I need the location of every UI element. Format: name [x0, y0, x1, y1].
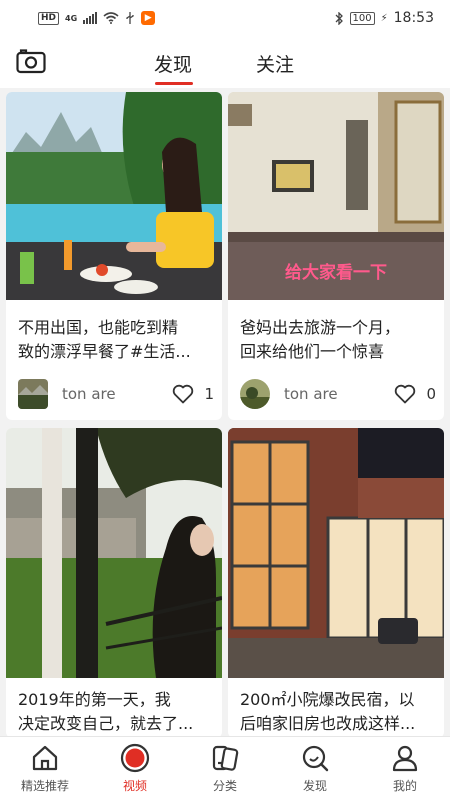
- top-header: 发现 关注: [0, 36, 450, 88]
- network-type: 4G: [65, 13, 78, 23]
- brick-house-night-photo: [228, 428, 444, 678]
- camera-icon[interactable]: [16, 48, 46, 74]
- nav-label: 分类: [212, 779, 237, 793]
- old-room-renovation-photo: 给大家看一下: [228, 92, 444, 300]
- notification-app-icon: ▶: [141, 11, 156, 25]
- heart-icon: [395, 384, 416, 404]
- feed-card[interactable]: 给大家看一下 爸妈出去旅游一个月， 回来给他们一个惊喜 ton are 0: [228, 92, 444, 420]
- card-title-line: 2019年的第一天，我: [18, 690, 171, 709]
- app-root: HD 4G ▶ 100 ⚡ 18:53 发现 关注 不用出国，也能吃到精 致的漂…: [0, 0, 450, 800]
- infinity-pool-breakfast-photo: [6, 92, 222, 300]
- nav-item-profile[interactable]: 我的: [360, 737, 450, 800]
- charging-icon: ⚡: [380, 12, 388, 24]
- feed-card[interactable]: 200㎡小院爆改民宿，以 后咱家旧房也改成这样...: [228, 428, 444, 736]
- nav-label: 视频: [122, 779, 147, 793]
- card-footer: ton are 1: [18, 378, 214, 410]
- status-right: 100 ⚡ 18:53: [334, 10, 434, 26]
- feed-grid: 不用出国，也能吃到精 致的漂浮早餐了#生活... ton are 1 给大家看一…: [0, 88, 450, 736]
- battery-level: 100: [349, 11, 375, 25]
- like-count: 0: [426, 385, 436, 403]
- card-title: 200㎡小院爆改民宿，以 后咱家旧房也改成这样...: [240, 688, 434, 736]
- feed-card[interactable]: 不用出国，也能吃到精 致的漂浮早餐了#生活... ton are 1: [6, 92, 222, 420]
- woman-on-balcony-photo: [6, 428, 222, 678]
- nav-item-category[interactable]: 分类: [180, 737, 270, 800]
- discover-icon: [302, 745, 329, 772]
- bottom-navigation: 精选推荐 视频 分类 发现 我的: [0, 736, 450, 800]
- card-title-line: 200㎡小院爆改民宿，以: [240, 690, 415, 709]
- video-caption-overlay: 给大家看一下: [285, 263, 387, 283]
- author-name[interactable]: ton are: [62, 385, 116, 403]
- active-tab-indicator: [155, 82, 193, 85]
- feed-card[interactable]: 2019年的第一天，我 决定改变自己，就去了...: [6, 428, 222, 736]
- like-count: 1: [204, 385, 214, 403]
- status-left: HD 4G ▶: [38, 11, 156, 25]
- status-bar: HD 4G ▶ 100 ⚡ 18:53: [0, 0, 450, 36]
- hd-indicator: HD: [38, 11, 60, 25]
- signal-icon: [83, 12, 98, 24]
- like-button[interactable]: 0: [394, 384, 436, 404]
- card-title-line: 后咱家旧房也改成这样...: [240, 714, 416, 733]
- card-title-line: 决定改变自己，就去了...: [18, 714, 194, 733]
- wifi-icon: [103, 12, 119, 24]
- nav-label: 我的: [392, 779, 417, 793]
- category-icon: [212, 745, 239, 771]
- bluetooth-icon: [335, 11, 343, 25]
- home-icon: [32, 745, 58, 771]
- avatar[interactable]: [240, 379, 270, 409]
- tab-discover[interactable]: 发现: [154, 50, 192, 77]
- card-title-line: 爸妈出去旅游一个月，: [240, 318, 401, 337]
- nav-label: 精选推荐: [20, 779, 69, 793]
- heart-icon: [173, 384, 194, 404]
- nav-item-video[interactable]: 视频: [90, 737, 180, 800]
- card-title-line: 致的漂浮早餐了#生活...: [18, 342, 191, 361]
- avatar[interactable]: [18, 379, 48, 409]
- usb-icon: [126, 12, 134, 24]
- author-name[interactable]: ton are: [284, 385, 338, 403]
- tab-follow[interactable]: 关注: [256, 50, 294, 77]
- nav-label: 发现: [302, 779, 327, 793]
- card-title-line: 回来给他们一个惊喜: [240, 342, 385, 361]
- record-icon: [120, 743, 150, 773]
- nav-item-featured[interactable]: 精选推荐: [0, 737, 90, 800]
- nav-item-discover[interactable]: 发现: [270, 737, 360, 800]
- card-title: 不用出国，也能吃到精 致的漂浮早餐了#生活...: [18, 316, 212, 364]
- profile-icon: [392, 745, 418, 772]
- card-footer: ton are 0: [240, 378, 436, 410]
- card-title: 爸妈出去旅游一个月， 回来给他们一个惊喜: [240, 316, 434, 364]
- card-title: 2019年的第一天，我 决定改变自己，就去了...: [18, 688, 212, 736]
- card-title-line: 不用出国，也能吃到精: [18, 318, 179, 337]
- like-button[interactable]: 1: [172, 384, 214, 404]
- clock: 18:53: [393, 10, 434, 26]
